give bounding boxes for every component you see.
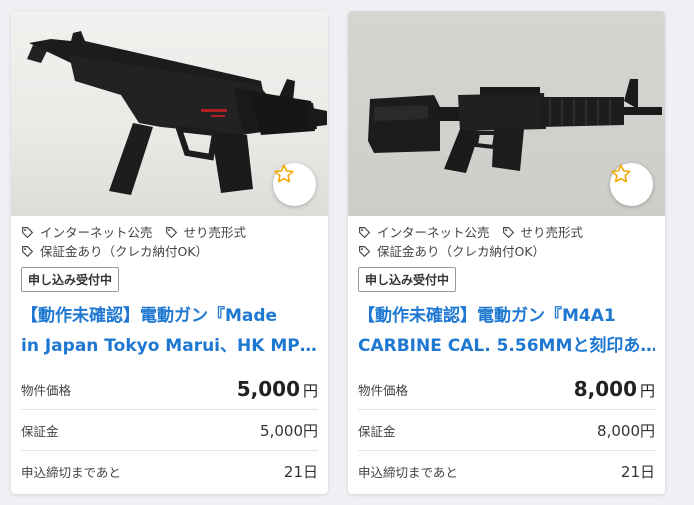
deposit-value: 5,000円 bbox=[260, 421, 318, 440]
price-value: 5,000 円 bbox=[237, 377, 318, 401]
tag-icon bbox=[22, 227, 34, 239]
status-badge: 申し込み受付中 bbox=[21, 267, 120, 292]
star-outline-icon bbox=[611, 164, 631, 183]
price-label: 物件価格 bbox=[358, 382, 409, 398]
favorite-button[interactable] bbox=[610, 163, 653, 206]
deposit-row: 保証金 5,000円 bbox=[21, 410, 318, 451]
tag-item: せり売形式 bbox=[502, 223, 584, 242]
deposit-label: 保証金 bbox=[21, 423, 59, 439]
listing-card[interactable]: インターネット公売 せり売形式 保証金あり（クレカ納付OK） 申し込み受付中 【… bbox=[348, 11, 665, 494]
detail-rows: 物件価格 5,000 円 保証金 5,000円 申込締切まであと 21日 bbox=[11, 369, 328, 491]
tag-icon bbox=[359, 227, 371, 239]
tag-item: インターネット公売 bbox=[21, 223, 153, 242]
tag-list: インターネット公売 せり売形式 保証金あり（クレカ納付OK） bbox=[348, 216, 665, 261]
tag-list: インターネット公売 せり売形式 保証金あり（クレカ納付OK） bbox=[11, 216, 328, 261]
listing-grid: インターネット公売 せり売形式 保証金あり（クレカ納付OK） 申し込み受付中 【… bbox=[0, 0, 694, 505]
item-photo[interactable] bbox=[348, 11, 665, 216]
item-photo[interactable] bbox=[11, 11, 328, 216]
item-title-link[interactable]: 【動作未確認】電動ガン『Made in Japan Tokyo Marui、HK… bbox=[21, 301, 318, 361]
tag-icon bbox=[359, 246, 371, 258]
detail-rows: 物件価格 8,000 円 保証金 8,000円 申込締切まであと 21日 bbox=[348, 369, 665, 491]
tag-item: せり売形式 bbox=[165, 223, 247, 242]
listing-card[interactable]: インターネット公売 せり売形式 保証金あり（クレカ納付OK） 申し込み受付中 【… bbox=[11, 11, 328, 494]
tag-icon bbox=[165, 227, 177, 239]
title-line: 【動作未確認】電動ガン『M4A1 bbox=[358, 306, 616, 326]
item-title-link[interactable]: 【動作未確認】電動ガン『M4A1 CARBINE CAL. 5.56MMと刻印あ… bbox=[358, 301, 655, 361]
deadline-value: 21日 bbox=[283, 462, 318, 481]
deposit-row: 保証金 8,000円 bbox=[358, 410, 655, 451]
price-label: 物件価格 bbox=[21, 382, 72, 398]
tag-icon bbox=[22, 246, 34, 258]
deadline-value: 21日 bbox=[620, 462, 655, 481]
tag-label: インターネット公売 bbox=[40, 225, 153, 240]
title-line: in Japan Tokyo Marui、HK MP… bbox=[21, 336, 317, 356]
deadline-row: 申込締切まであと 21日 bbox=[21, 451, 318, 491]
title-line: 【動作未確認】電動ガン『Made bbox=[21, 306, 278, 326]
deposit-label: 保証金 bbox=[358, 423, 396, 439]
price-amount: 8,000 bbox=[573, 377, 637, 401]
tag-label: せり売形式 bbox=[520, 225, 584, 240]
price-amount: 5,000 bbox=[236, 377, 300, 401]
star-outline-icon bbox=[274, 164, 294, 183]
deadline-label: 申込締切まであと bbox=[21, 464, 121, 480]
deadline-row: 申込締切まであと 21日 bbox=[358, 451, 655, 491]
price-row: 物件価格 8,000 円 bbox=[358, 369, 655, 410]
tag-item: 保証金あり（クレカ納付OK） bbox=[358, 242, 545, 261]
price-row: 物件価格 5,000 円 bbox=[21, 369, 318, 410]
title-line: CARBINE CAL. 5.56MMと刻印あ… bbox=[358, 336, 655, 356]
tag-item: 保証金あり（クレカ納付OK） bbox=[21, 242, 208, 261]
status-badge: 申し込み受付中 bbox=[358, 267, 457, 292]
tag-label: インターネット公売 bbox=[377, 225, 490, 240]
price-unit: 円 bbox=[302, 382, 318, 400]
price-unit: 円 bbox=[639, 382, 655, 400]
price-value: 8,000 円 bbox=[574, 377, 655, 401]
favorite-button[interactable] bbox=[273, 163, 316, 206]
tag-item: インターネット公売 bbox=[358, 223, 490, 242]
deadline-label: 申込締切まであと bbox=[358, 464, 458, 480]
tag-icon bbox=[502, 227, 514, 239]
tag-label: 保証金あり（クレカ納付OK） bbox=[40, 244, 209, 259]
tag-label: 保証金あり（クレカ納付OK） bbox=[377, 244, 546, 259]
deposit-value: 8,000円 bbox=[597, 421, 655, 440]
tag-label: せり売形式 bbox=[183, 225, 247, 240]
